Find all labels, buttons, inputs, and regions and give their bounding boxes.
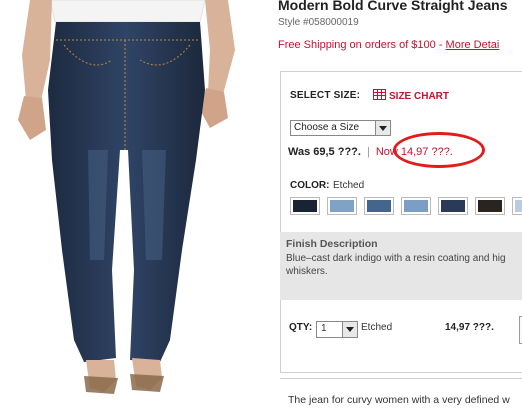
product-title: Modern Bold Curve Straight Jeans xyxy=(278,0,508,13)
color-swatch-fill xyxy=(404,200,428,212)
finish-text: Blue–cast dark indigo with a resin coati… xyxy=(286,253,506,277)
style-number: Style #058000019 xyxy=(278,17,359,28)
price-separator: | xyxy=(366,146,370,158)
qty-value: 1 xyxy=(321,323,327,334)
was-price: Was 69,5 ???. xyxy=(288,146,361,158)
chevron-down-icon[interactable] xyxy=(375,121,390,135)
color-swatch-fill xyxy=(515,200,522,212)
select-size-label: SELECT SIZE: xyxy=(290,90,361,101)
size-chart-link[interactable]: SIZE CHART xyxy=(373,89,449,102)
color-swatch[interactable] xyxy=(512,197,522,215)
shipping-banner: Free Shipping on orders of $100 - More D… xyxy=(278,39,499,51)
qty-finish: Etched xyxy=(361,322,393,333)
product-image xyxy=(0,0,262,404)
color-swatch[interactable] xyxy=(475,197,505,215)
color-swatch[interactable] xyxy=(401,197,431,215)
color-selected: Etched xyxy=(333,180,365,191)
qty-label: QTY: xyxy=(289,322,313,333)
qty-select[interactable]: 1 xyxy=(316,321,358,338)
product-description: The jean for curvy women with a very def… xyxy=(288,394,510,406)
color-swatch[interactable] xyxy=(438,197,468,215)
color-swatch-fill xyxy=(293,200,317,212)
price-highlight-circle xyxy=(393,132,485,168)
color-swatch[interactable] xyxy=(290,197,320,215)
color-label: COLOR: xyxy=(290,180,330,191)
size-select[interactable]: Choose a Size xyxy=(290,120,391,136)
size-chart-icon xyxy=(373,89,386,100)
color-swatch-fill xyxy=(330,200,354,212)
size-chart-label: SIZE CHART xyxy=(389,91,449,102)
color-swatch-fill xyxy=(367,200,391,212)
color-swatch-fill xyxy=(441,200,465,212)
size-select-value: Choose a Size xyxy=(294,122,360,133)
color-swatch[interactable] xyxy=(364,197,394,215)
more-details-link[interactable]: More Detai xyxy=(446,39,500,51)
finish-title: Finish Description xyxy=(286,238,378,250)
color-swatch[interactable] xyxy=(327,197,357,215)
color-swatch-fill xyxy=(478,200,502,212)
qty-price: 14,97 ???. xyxy=(445,322,494,333)
chevron-down-icon[interactable] xyxy=(342,322,357,337)
shipping-text: Free Shipping on orders of $100 - xyxy=(278,39,446,51)
